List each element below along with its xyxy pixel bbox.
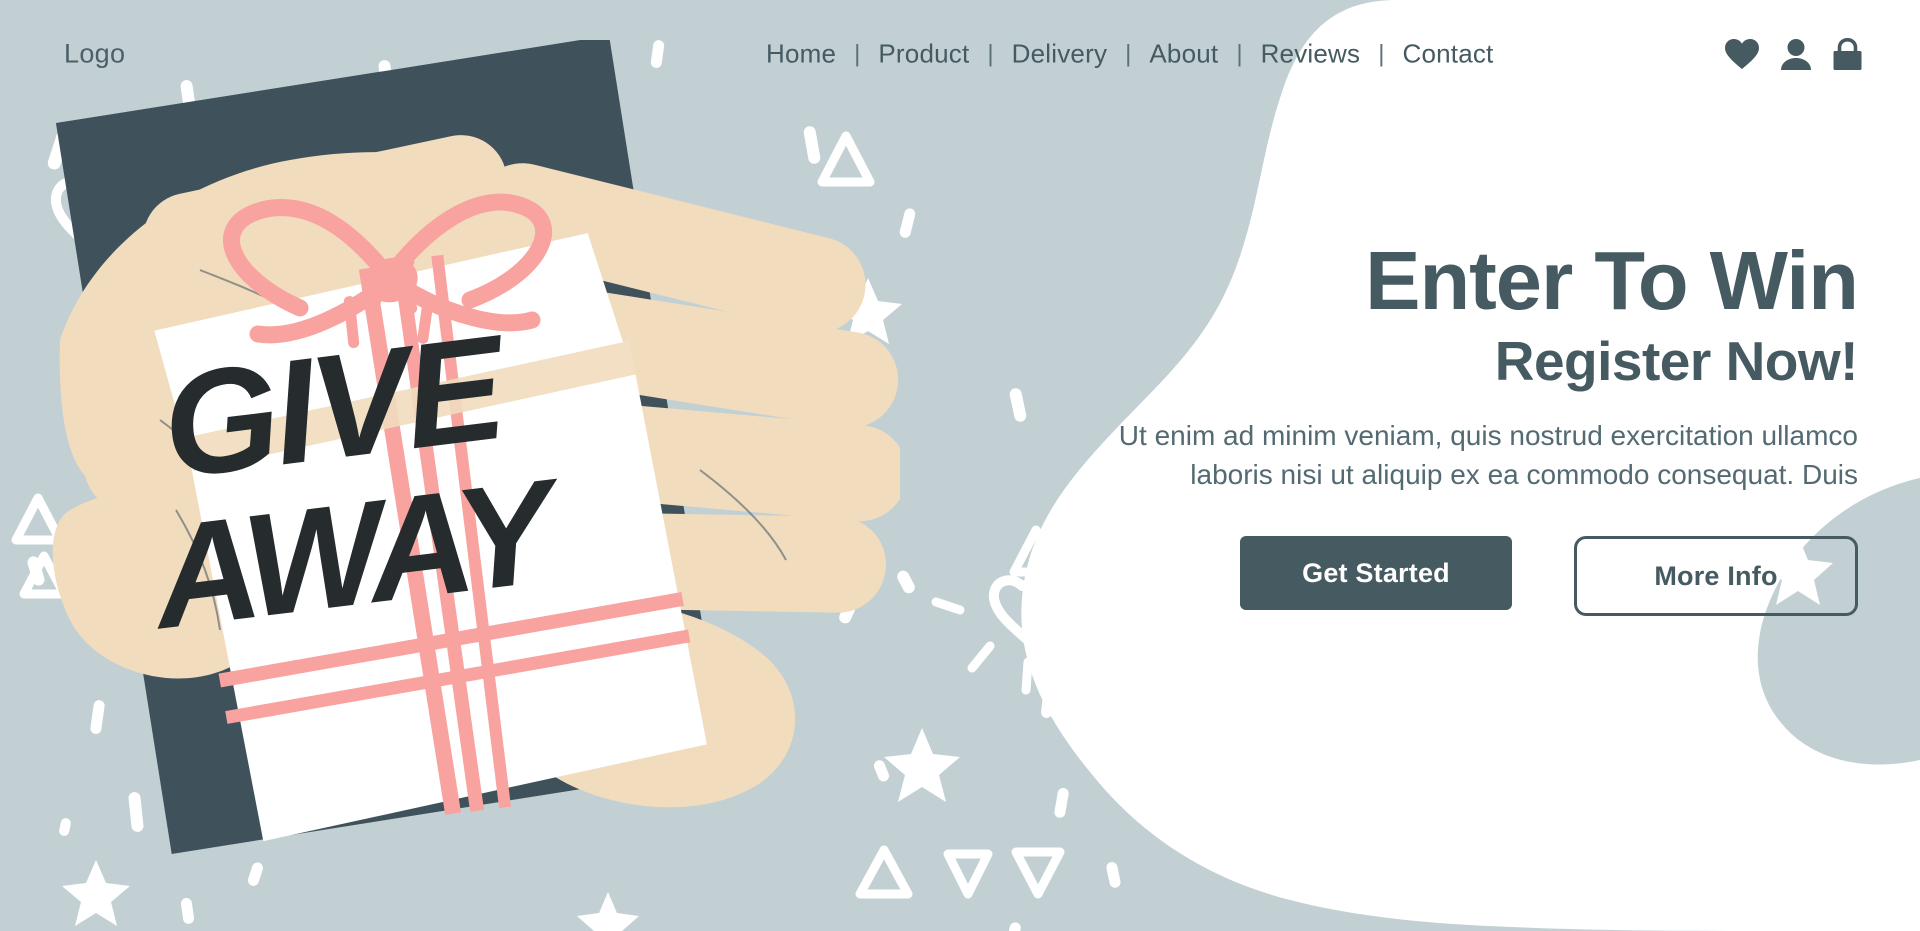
- landing-page: GIVE AWAY Logo Home | Product | Delivery…: [0, 0, 1920, 931]
- hero-headline: Enter To Win: [1365, 234, 1859, 327]
- gift-illustration: GIVE AWAY: [52, 40, 900, 854]
- main-navigation: Logo Home | Product | Delivery | About |…: [0, 0, 1920, 108]
- nav-link-delivery[interactable]: Delivery: [994, 39, 1126, 70]
- site-logo[interactable]: Logo: [64, 39, 125, 70]
- hero-button-row: Get Started More Info: [1098, 536, 1858, 617]
- hero-body-text: Ut enim ad minim veniam, quis nostrud ex…: [1118, 420, 1858, 490]
- nav-link-list: Home | Product | Delivery | About | Revi…: [748, 39, 1511, 70]
- nav-link-about[interactable]: About: [1131, 39, 1236, 70]
- nav-icon-group: [1725, 38, 1862, 70]
- get-started-button[interactable]: Get Started: [1240, 536, 1512, 611]
- more-info-button[interactable]: More Info: [1574, 536, 1858, 617]
- nav-link-home[interactable]: Home: [748, 39, 854, 70]
- hero-subheadline: Register Now!: [1494, 330, 1859, 393]
- nav-link-product[interactable]: Product: [860, 39, 987, 70]
- nav-link-reviews[interactable]: Reviews: [1243, 39, 1379, 70]
- heart-icon[interactable]: [1725, 38, 1759, 70]
- nav-link-contact[interactable]: Contact: [1384, 39, 1511, 70]
- shopping-bag-icon[interactable]: [1833, 38, 1862, 70]
- hero-content: Enter To Win Register Now! Ut enim ad mi…: [1098, 234, 1859, 617]
- user-icon[interactable]: [1781, 38, 1811, 70]
